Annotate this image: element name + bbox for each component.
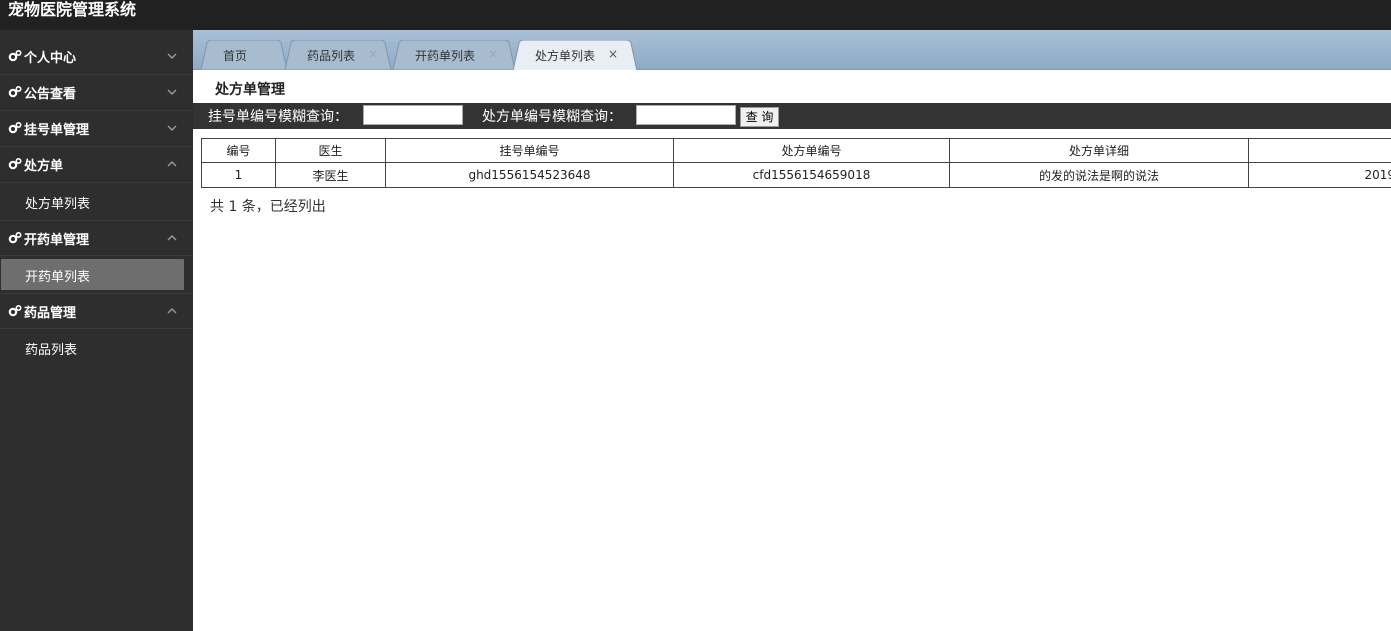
tab-label: 首页 — [223, 49, 248, 63]
top-bar: 宠物医院管理系统 — [0, 0, 1391, 30]
sidebar-group-drug-management[interactable]: 药品管理 — [0, 293, 193, 329]
gears-icon — [8, 121, 22, 134]
chevron-up-icon — [167, 235, 177, 241]
sidebar-item-label: 处方单列表 — [25, 197, 91, 212]
chevron-up-icon — [167, 161, 177, 167]
close-icon[interactable]: × — [368, 47, 378, 61]
sidebar-item-label: 药品列表 — [25, 343, 78, 358]
column-header-prescription-no: 处方单编号 — [673, 138, 950, 163]
sidebar-group-label: 挂号单管理 — [24, 123, 90, 138]
table-row[interactable]: 1 李医生 ghd1556154523648 cfd1556154659018 … — [201, 162, 1391, 188]
gears-icon — [8, 85, 22, 98]
table-cell: ghd1556154523648 — [385, 162, 674, 188]
column-header-doctor: 医生 — [275, 138, 386, 163]
sidebar-item-prescription-list[interactable]: 处方单列表 — [0, 183, 193, 220]
sidebar-group-label: 公告查看 — [24, 87, 77, 102]
registration-no-search-input[interactable] — [363, 105, 463, 125]
gears-icon — [8, 231, 22, 244]
prescription-table: 编号 医生 挂号单编号 处方单编号 处方单详细 日 1 李医生 ghd15561… — [201, 138, 1391, 188]
tab-label: 药品列表 — [307, 49, 356, 63]
table-cell: 的发的说法是啊的说法 — [949, 162, 1249, 188]
tab-strip: 首页 药品列表 × 开药单列表 × 处方单列表 × — [193, 30, 1391, 71]
gears-icon — [8, 49, 22, 62]
tab-drug-list[interactable]: 药品列表 × — [285, 40, 391, 70]
table-cell: cfd1556154659018 — [673, 162, 950, 188]
sidebar-group-medication-order[interactable]: 开药单管理 — [0, 220, 193, 256]
sidebar-group-notice-view[interactable]: 公告查看 — [0, 75, 193, 111]
column-header-date: 日 — [1248, 138, 1391, 163]
tab-medication-order-list[interactable]: 开药单列表 × — [393, 40, 515, 70]
tab-prescription-list[interactable]: 处方单列表 × — [513, 40, 637, 71]
sidebar-group-registration[interactable]: 挂号单管理 — [0, 111, 193, 147]
sidebar-item-label: 开药单列表 — [25, 270, 91, 285]
sidebar-group-personal-center[interactable]: 个人中心 — [0, 39, 193, 75]
sidebar-group-label: 个人中心 — [24, 51, 77, 66]
prescription-no-search-input[interactable] — [636, 105, 736, 125]
page-title: 处方单管理 — [215, 82, 285, 98]
tab-home[interactable]: 首页 — [201, 40, 287, 70]
gears-icon — [8, 304, 22, 317]
search-label-registration-no: 挂号单编号模糊查询： — [208, 109, 348, 125]
table-cell: 2019-04- — [1248, 162, 1391, 188]
sidebar: 个人中心 公告查看 挂号单管理 处方单 处方单列表 开药单管理 开药单列表 药品… — [0, 30, 193, 631]
search-bar: 挂号单编号模糊查询： 处方单编号模糊查询： 查 询 — [193, 103, 1391, 129]
column-header-prescription-detail: 处方单详细 — [949, 138, 1249, 163]
chevron-down-icon — [167, 125, 177, 131]
tab-label: 处方单列表 — [535, 49, 596, 63]
chevron-down-icon — [167, 89, 177, 95]
column-header-registration-no: 挂号单编号 — [385, 138, 674, 163]
column-header-id: 编号 — [201, 138, 276, 163]
table-header-row: 编号 医生 挂号单编号 处方单编号 处方单详细 日 — [201, 138, 1391, 163]
chevron-down-icon — [167, 53, 177, 59]
record-count: 共 1 条，已经列出 — [210, 199, 326, 215]
close-icon[interactable]: × — [488, 47, 498, 61]
sidebar-group-label: 处方单 — [24, 159, 64, 174]
table-cell: 1 — [201, 162, 276, 188]
gears-icon — [8, 157, 22, 170]
tab-label: 开药单列表 — [415, 49, 476, 63]
sidebar-group-prescription[interactable]: 处方单 — [0, 147, 193, 183]
sidebar-group-label: 药品管理 — [24, 306, 77, 321]
sidebar-item-drug-list[interactable]: 药品列表 — [0, 329, 193, 366]
sidebar-item-medication-order-list[interactable]: 开药单列表 — [0, 256, 193, 293]
sidebar-group-label: 开药单管理 — [24, 233, 90, 248]
close-icon[interactable]: × — [608, 47, 618, 61]
app-title: 宠物医院管理系统 — [8, 0, 137, 19]
table-cell: 李医生 — [275, 162, 386, 188]
search-label-prescription-no: 处方单编号模糊查询： — [482, 109, 622, 125]
content-area: 处方单管理 挂号单编号模糊查询： 处方单编号模糊查询： 查 询 编号 医生 挂号… — [193, 70, 1391, 631]
chevron-up-icon — [167, 308, 177, 314]
query-button[interactable]: 查 询 — [740, 107, 779, 127]
